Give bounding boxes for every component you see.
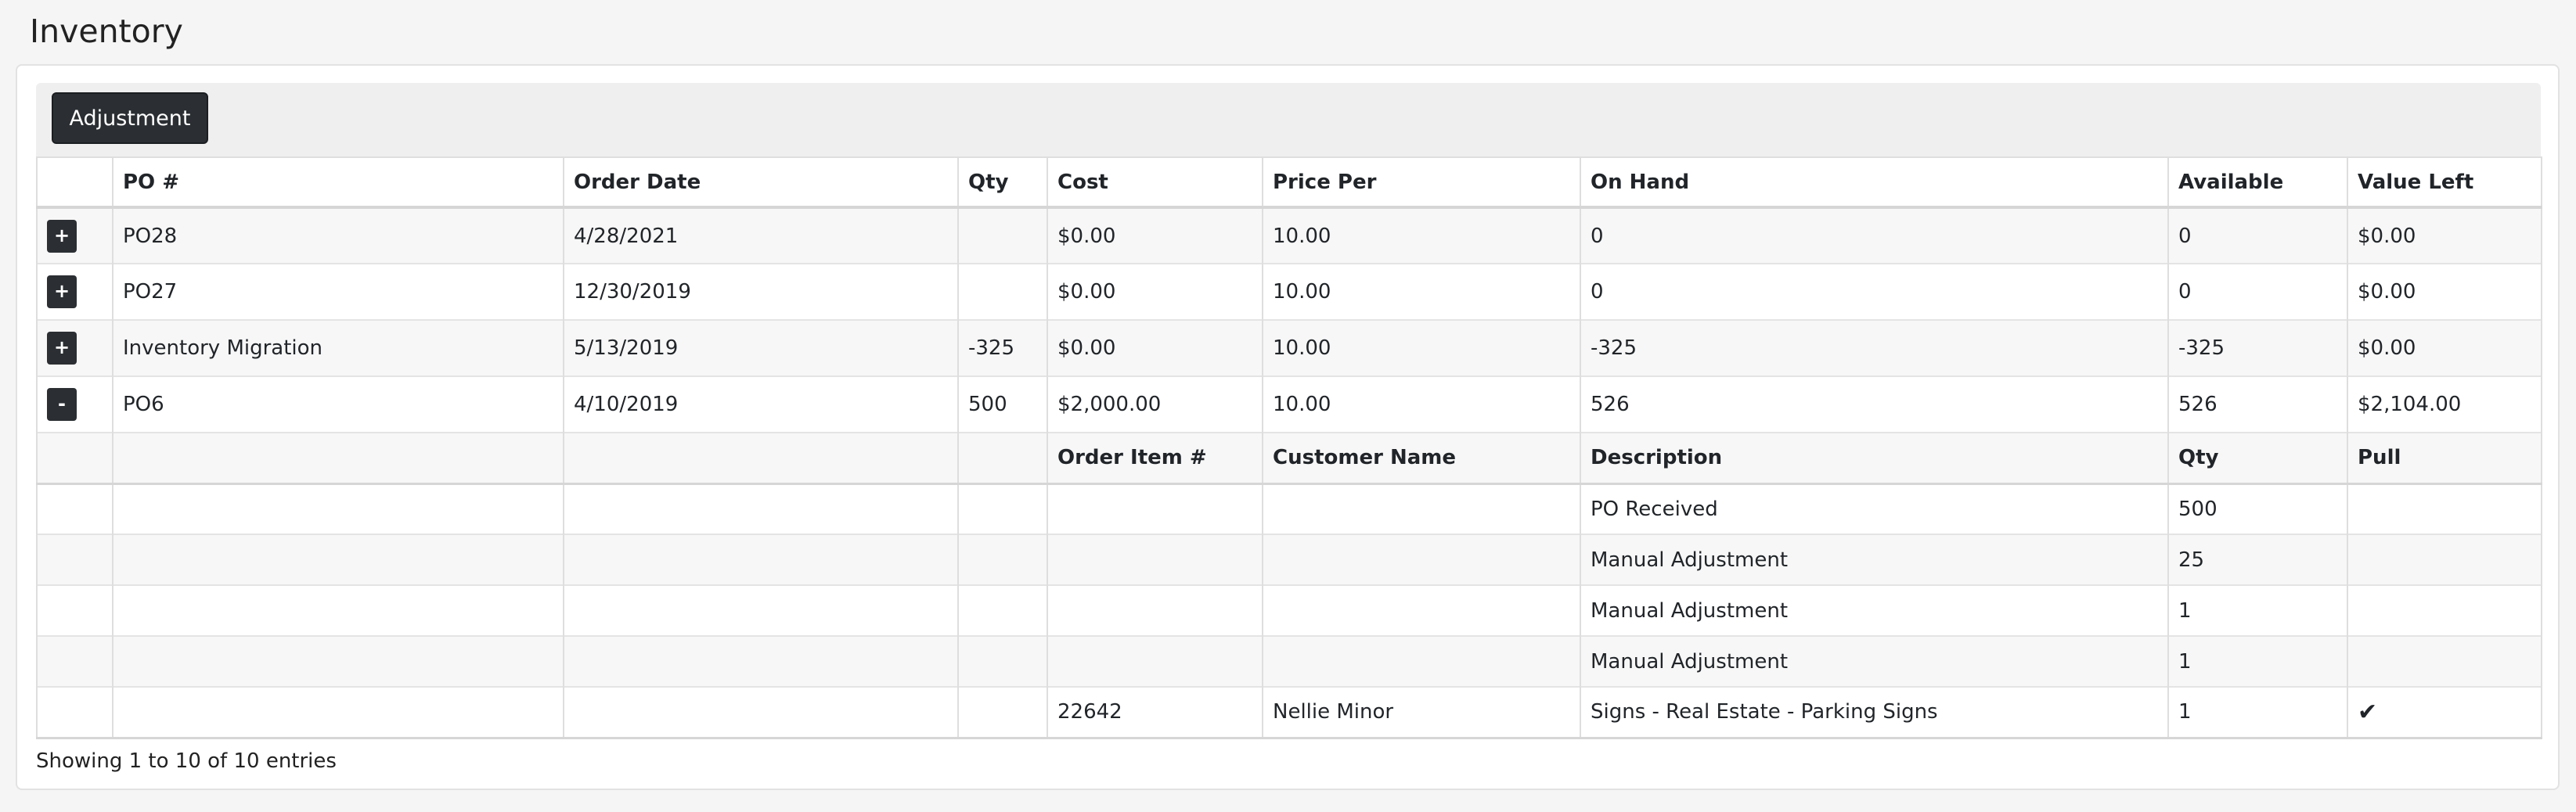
table-row: - PO6 4/10/2019 500 $2,000.00 10.00 526 …	[36, 375, 2542, 433]
cell-available: -325	[2167, 319, 2348, 376]
detail-cell-customer	[1262, 483, 1581, 534]
table-row: + PO28 4/28/2021 $0.00 10.00 0 0 $0.00	[36, 207, 2542, 264]
detail-col-header-customer-name: Customer Name	[1262, 432, 1581, 485]
table-info: Showing 1 to 10 of 10 entries	[36, 749, 337, 773]
detail-row: PO Received 500	[36, 483, 2542, 534]
detail-header-row: Order Item # Customer Name Description Q…	[36, 432, 2542, 485]
col-header-toggle	[36, 156, 113, 209]
cell-order-date: 12/30/2019	[563, 263, 959, 320]
detail-cell-customer	[1262, 584, 1581, 636]
cell-order-date: 4/10/2019	[563, 375, 959, 433]
detail-col-header-description: Description	[1580, 432, 2169, 485]
detail-cell-pull	[2347, 534, 2542, 585]
cell-value-left: $0.00	[2347, 319, 2542, 376]
cell-on-hand: -325	[1580, 319, 2169, 376]
cell-price-per: 10.00	[1262, 375, 1581, 433]
cell-qty: -325	[957, 319, 1048, 376]
detail-cell-order-item	[1047, 584, 1263, 636]
inventory-table: PO # Order Date Qty Cost Price Per On Ha…	[36, 156, 2542, 739]
col-header-po[interactable]: PO #	[112, 156, 564, 209]
detail-row: 22642 Nellie Minor Signs - Real Estate -…	[36, 686, 2542, 739]
detail-row: Manual Adjustment 25	[36, 534, 2542, 585]
table-row: + Inventory Migration 5/13/2019 -325 $0.…	[36, 319, 2542, 376]
detail-cell-qty: 500	[2167, 483, 2348, 534]
toolbar: Adjustment	[36, 83, 2541, 156]
detail-cell-qty: 1	[2167, 584, 2348, 636]
detail-cell-qty: 1	[2167, 686, 2348, 739]
cell-order-date: 5/13/2019	[563, 319, 959, 376]
detail-cell-pull	[2347, 584, 2542, 636]
cell-po: PO28	[112, 207, 564, 264]
expand-toggle-button[interactable]: +	[47, 219, 77, 253]
col-header-price-per[interactable]: Price Per	[1262, 156, 1581, 209]
detail-cell-customer	[1262, 534, 1581, 585]
cell-value-left: $0.00	[2347, 263, 2542, 320]
detail-cell-description: Manual Adjustment	[1580, 635, 2169, 687]
col-header-qty[interactable]: Qty	[957, 156, 1048, 209]
cell-qty	[957, 207, 1048, 264]
detail-cell-qty: 25	[2167, 534, 2348, 585]
detail-cell-order-item: 22642	[1047, 686, 1263, 739]
cell-on-hand: 0	[1580, 263, 2169, 320]
detail-col-header-pull: Pull	[2347, 432, 2542, 485]
col-header-available[interactable]: Available	[2167, 156, 2348, 209]
detail-col-header-order-item: Order Item #	[1047, 432, 1263, 485]
detail-cell-pull	[2347, 483, 2542, 534]
page-title: Inventory	[30, 13, 183, 50]
detail-cell-qty: 1	[2167, 635, 2348, 687]
cell-available: 526	[2167, 375, 2348, 433]
cell-cost: $0.00	[1047, 207, 1263, 264]
col-header-value-left[interactable]: Value Left	[2347, 156, 2542, 209]
check-icon: ✔	[2358, 698, 2378, 726]
expand-toggle-button[interactable]: +	[47, 332, 77, 365]
detail-cell-description: Manual Adjustment	[1580, 534, 2169, 585]
detail-cell-order-item	[1047, 534, 1263, 585]
cell-price-per: 10.00	[1262, 319, 1581, 376]
cell-po: Inventory Migration	[112, 319, 564, 376]
detail-row: Manual Adjustment 1	[36, 635, 2542, 687]
detail-cell-customer	[1262, 635, 1581, 687]
detail-col-header-qty: Qty	[2167, 432, 2348, 485]
cell-po: PO6	[112, 375, 564, 433]
detail-row: Manual Adjustment 1	[36, 584, 2542, 636]
detail-cell-description: Signs - Real Estate - Parking Signs	[1580, 686, 2169, 739]
cell-cost: $2,000.00	[1047, 375, 1263, 433]
cell-cost: $0.00	[1047, 319, 1263, 376]
table-header-row: PO # Order Date Qty Cost Price Per On Ha…	[36, 156, 2542, 209]
detail-cell-order-item	[1047, 483, 1263, 534]
cell-available: 0	[2167, 207, 2348, 264]
cell-value-left: $0.00	[2347, 207, 2542, 264]
cell-qty: 500	[957, 375, 1048, 433]
col-header-order-date[interactable]: Order Date	[563, 156, 959, 209]
cell-po: PO27	[112, 263, 564, 320]
detail-cell-description: PO Received	[1580, 483, 2169, 534]
cell-price-per: 10.00	[1262, 263, 1581, 320]
adjustment-button[interactable]: Adjustment	[52, 92, 208, 144]
detail-cell-customer: Nellie Minor	[1262, 686, 1581, 739]
expand-toggle-button[interactable]: +	[47, 275, 77, 308]
cell-value-left: $2,104.00	[2347, 375, 2542, 433]
col-header-cost[interactable]: Cost	[1047, 156, 1263, 209]
detail-cell-order-item	[1047, 635, 1263, 687]
detail-cell-description: Manual Adjustment	[1580, 584, 2169, 636]
cell-qty	[957, 263, 1048, 320]
cell-on-hand: 0	[1580, 207, 2169, 264]
collapse-toggle-button[interactable]: -	[47, 388, 77, 421]
col-header-on-hand[interactable]: On Hand	[1580, 156, 2169, 209]
detail-cell-pull	[2347, 635, 2542, 687]
cell-cost: $0.00	[1047, 263, 1263, 320]
cell-on-hand: 526	[1580, 375, 2169, 433]
cell-order-date: 4/28/2021	[563, 207, 959, 264]
table-row: + PO27 12/30/2019 $0.00 10.00 0 0 $0.00	[36, 263, 2542, 320]
cell-available: 0	[2167, 263, 2348, 320]
cell-price-per: 10.00	[1262, 207, 1581, 264]
